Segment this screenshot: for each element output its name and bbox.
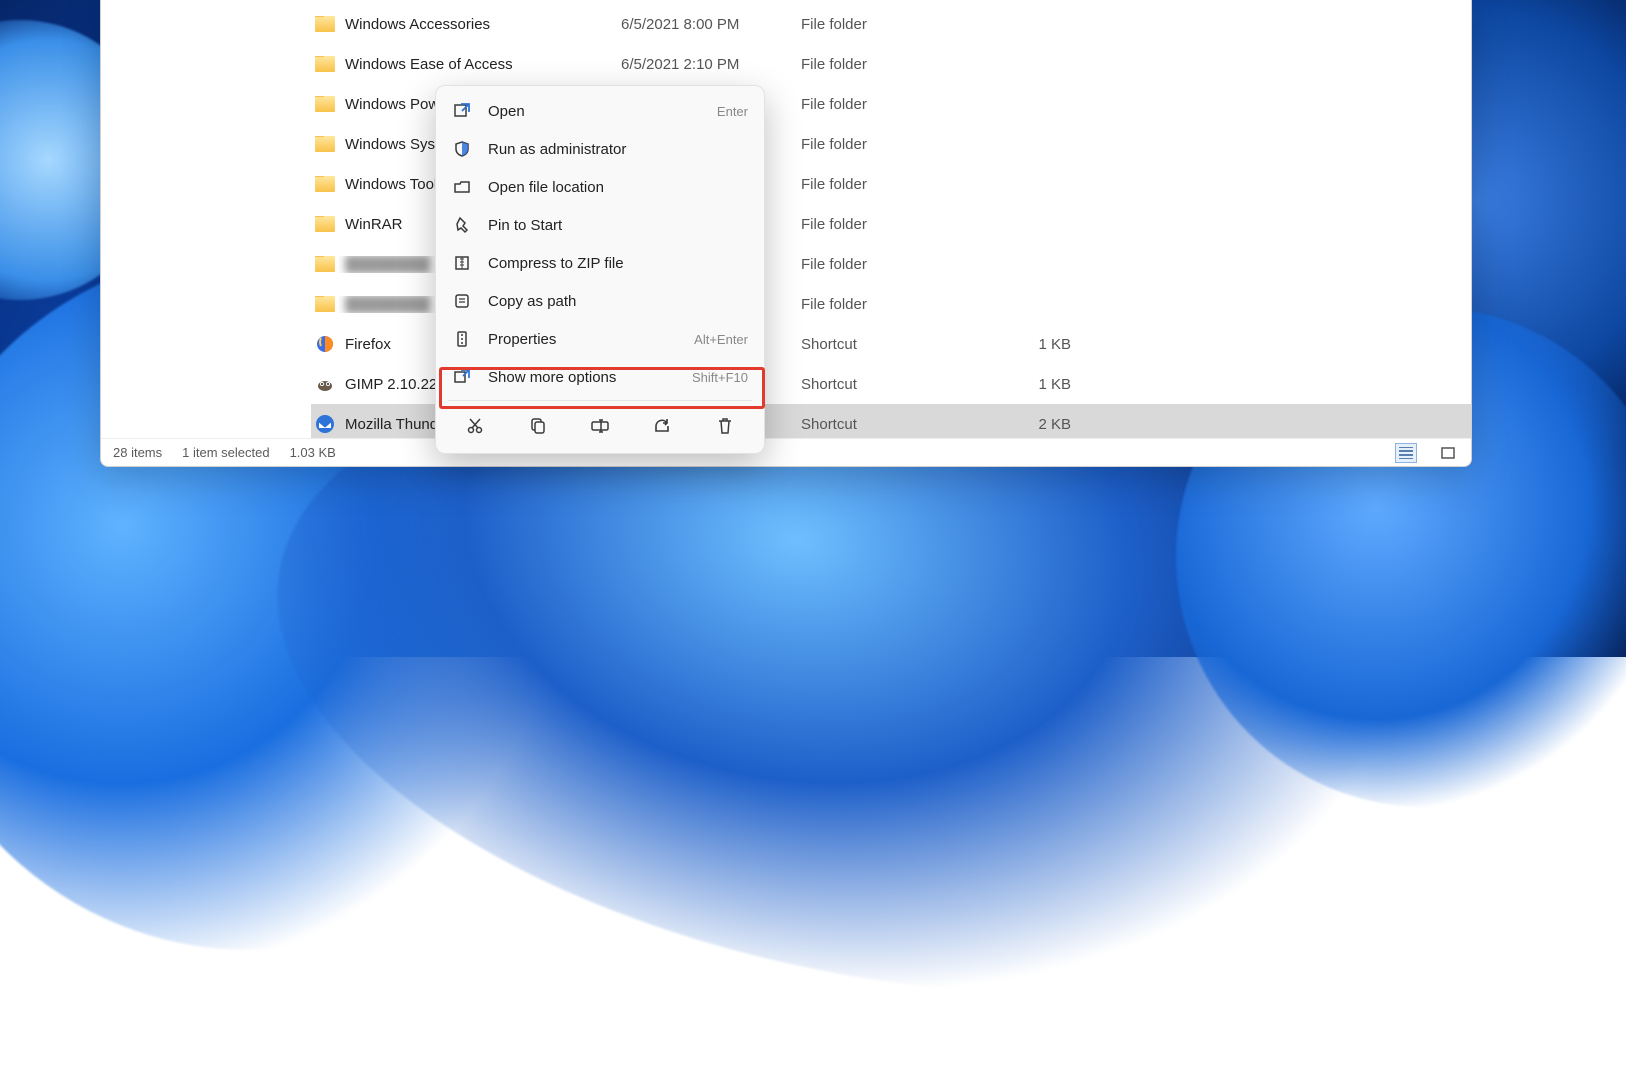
- context-menu-accel: Enter: [717, 104, 748, 119]
- delete-icon: [715, 416, 735, 440]
- file-name: Firefox: [345, 336, 391, 353]
- context-menu-item-admin[interactable]: Run as administrator: [442, 130, 758, 168]
- file-date: 6/5/2021 2:10 PM: [621, 56, 801, 73]
- file-size: 2 KB: [991, 416, 1071, 433]
- delete-button[interactable]: [706, 411, 744, 445]
- more-icon: [452, 367, 472, 387]
- open-icon: [452, 101, 472, 121]
- file-row[interactable]: Windows Ease of Access 6/5/2021 2:10 PMFi…: [311, 44, 1471, 84]
- file-date: 6/5/2021 8:00 PM: [621, 16, 801, 33]
- context-menu-label: Show more options: [488, 369, 676, 386]
- context-menu-item-open[interactable]: Open Enter: [442, 92, 758, 130]
- file-name: Windows Accessories: [345, 16, 490, 33]
- copy-icon: [528, 416, 548, 440]
- file-type: File folder: [801, 16, 991, 33]
- gimp-icon: [315, 374, 335, 394]
- share-icon: [652, 416, 672, 440]
- context-menu-item-location[interactable]: Open file location: [442, 168, 758, 206]
- file-explorer-window: Windows Accessories6/5/2021 8:00 PMFile …: [100, 0, 1472, 467]
- copy-button[interactable]: [519, 411, 557, 445]
- context-menu-label: Compress to ZIP file: [488, 255, 732, 272]
- file-type: File folder: [801, 296, 991, 313]
- folder-icon: [315, 96, 335, 112]
- file-type: Shortcut: [801, 416, 991, 433]
- view-large-icons-button[interactable]: [1437, 443, 1459, 463]
- file-type: File folder: [801, 56, 991, 73]
- file-name: Windows Powe: [345, 96, 448, 113]
- cut-icon: [465, 416, 485, 440]
- file-list[interactable]: Windows Accessories6/5/2021 8:00 PMFile …: [101, 0, 1471, 438]
- file-name: ████████: [345, 256, 430, 273]
- location-icon: [452, 177, 472, 197]
- context-menu-item-props[interactable]: Properties Alt+Enter: [442, 320, 758, 358]
- file-size: 1 KB: [991, 376, 1071, 393]
- file-type: File folder: [801, 136, 991, 153]
- rename-button[interactable]: [581, 411, 619, 445]
- folder-icon: [315, 136, 335, 152]
- zip-icon: [452, 253, 472, 273]
- file-name: ████████: [345, 296, 430, 313]
- file-type: File folder: [801, 216, 991, 233]
- props-icon: [452, 329, 472, 349]
- file-name: Windows Syste: [345, 136, 448, 153]
- folder-icon: [315, 16, 335, 32]
- context-menu-action-row: [442, 405, 758, 447]
- folder-icon: [315, 56, 335, 72]
- file-type: File folder: [801, 96, 991, 113]
- file-row[interactable]: Windows Accessories 6/5/2021 8:00 PMFile …: [311, 4, 1471, 44]
- pin-icon: [452, 215, 472, 235]
- file-type: Shortcut: [801, 336, 991, 353]
- path-icon: [452, 291, 472, 311]
- folder-icon: [315, 256, 335, 272]
- file-type: Shortcut: [801, 376, 991, 393]
- status-selected-size: 1.03 KB: [290, 445, 336, 460]
- file-type: File folder: [801, 176, 991, 193]
- admin-icon: [452, 139, 472, 159]
- context-menu-item-more[interactable]: Show more options Shift+F10: [442, 358, 758, 396]
- context-menu-separator: [448, 400, 752, 401]
- share-button[interactable]: [643, 411, 681, 445]
- context-menu-label: Open: [488, 103, 701, 120]
- folder-icon: [315, 216, 335, 232]
- context-menu: Open Enter Run as administrator Open file l…: [435, 85, 765, 454]
- context-menu-label: Copy as path: [488, 293, 732, 310]
- status-item-count: 28 items: [113, 445, 162, 460]
- file-type: File folder: [801, 256, 991, 273]
- thunderbird-icon: [315, 414, 335, 434]
- context-menu-label: Pin to Start: [488, 217, 732, 234]
- file-name: Windows Ease of Access: [345, 56, 513, 73]
- status-selected-count: 1 item selected: [182, 445, 269, 460]
- context-menu-item-zip[interactable]: Compress to ZIP file: [442, 244, 758, 282]
- view-details-button[interactable]: [1395, 443, 1417, 463]
- file-size: 1 KB: [991, 336, 1071, 353]
- context-menu-label: Run as administrator: [488, 141, 732, 158]
- cut-button[interactable]: [456, 411, 494, 445]
- firefox-icon: [315, 334, 335, 354]
- context-menu-accel: Shift+F10: [692, 370, 748, 385]
- status-bar: 28 items 1 item selected 1.03 KB: [101, 438, 1471, 466]
- file-name: Windows Tools: [345, 176, 445, 193]
- file-name: WinRAR: [345, 216, 403, 233]
- context-menu-item-pin[interactable]: Pin to Start: [442, 206, 758, 244]
- context-menu-label: Open file location: [488, 179, 732, 196]
- context-menu-accel: Alt+Enter: [694, 332, 748, 347]
- folder-icon: [315, 176, 335, 192]
- folder-icon: [315, 296, 335, 312]
- file-name: GIMP 2.10.22: [345, 376, 437, 393]
- context-menu-label: Properties: [488, 331, 678, 348]
- rename-icon: [590, 416, 610, 440]
- file-name: Mozilla Thunde: [345, 416, 446, 433]
- context-menu-item-path[interactable]: Copy as path: [442, 282, 758, 320]
